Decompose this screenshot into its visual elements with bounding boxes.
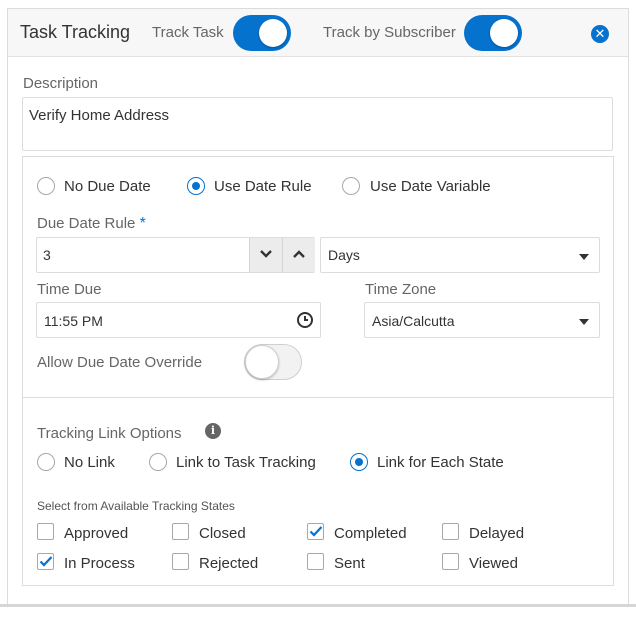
toggle-knob [259,19,287,47]
panel-title: Task Tracking [20,22,131,42]
checkbox-closed-label: Closed [199,525,246,542]
due-date-rule-input[interactable]: 3 [36,237,315,273]
radio-no-due-date-label: No Due Date [64,178,151,195]
radio-link-to-task-tracking[interactable] [149,453,167,471]
page-bottom-edge [0,604,636,607]
due-date-unit-select[interactable]: Days [320,237,600,273]
radio-link-for-each-state[interactable] [350,453,368,471]
checkbox-sent[interactable] [307,553,324,570]
due-date-rule-label: Due Date Rule * [37,215,146,232]
panel-header: Task Tracking Track Task Track by Subscr… [8,9,628,57]
checkbox-approved-label: Approved [64,525,129,542]
description-value: Verify Home Address [29,107,170,124]
due-date-rule-value: 3 [43,247,51,263]
clock-icon[interactable] [296,311,314,329]
checkbox-approved[interactable] [37,523,54,540]
chevron-up-icon [293,250,305,258]
time-due-value: 11:55 PM [44,313,103,329]
radio-no-link[interactable] [37,453,55,471]
track-task-label: Track Task [152,24,224,41]
tracking-link-options-label: Tracking Link Options [37,425,182,442]
checkbox-completed-label: Completed [334,525,407,542]
step-down-button[interactable] [249,238,282,272]
checkbox-delayed[interactable] [442,523,459,540]
checkbox-sent-label: Sent [334,555,365,572]
time-zone-label: Time Zone [365,281,437,298]
checkbox-delayed-label: Delayed [469,525,525,542]
radio-use-date-rule-label: Use Date Rule [214,178,312,195]
options-section: No Due Date Use Date Rule Use Date Varia… [22,156,614,586]
time-zone-value: Asia/Calcutta [372,313,455,329]
info-icon[interactable]: i [205,423,221,439]
checkbox-rejected-label: Rejected [199,555,259,572]
radio-use-date-rule[interactable] [187,177,205,195]
checkbox-viewed-label: Viewed [469,555,518,572]
tracking-states-label: Select from Available Tracking States [37,499,235,513]
track-task-toggle[interactable] [233,15,291,51]
track-by-subscriber-toggle[interactable] [464,15,522,51]
required-mark: * [139,215,146,232]
task-tracking-panel: Task Tracking Track Task Track by Subscr… [7,8,629,606]
toggle-knob [245,345,279,379]
checkmark-icon [39,556,53,567]
checkbox-in-process-label: In Process [64,555,135,572]
description-label: Description [23,75,99,92]
section-divider [23,397,613,398]
checkbox-rejected[interactable] [172,553,189,570]
checkbox-completed[interactable] [307,523,324,540]
checkbox-closed[interactable] [172,523,189,540]
description-input[interactable]: Verify Home Address [22,97,613,151]
time-due-input[interactable]: 11:55 PM [36,302,321,338]
radio-no-link-label: No Link [64,454,115,471]
radio-link-to-task-tracking-label: Link to Task Tracking [176,454,316,471]
radio-use-date-variable[interactable] [342,177,360,195]
radio-use-date-variable-label: Use Date Variable [370,178,491,195]
toggle-knob [490,19,518,47]
track-by-subscriber-label: Track by Subscriber [323,24,456,41]
time-due-label: Time Due [37,281,102,298]
time-zone-select[interactable]: Asia/Calcutta [364,302,600,338]
allow-override-toggle[interactable] [244,344,302,380]
checkbox-in-process[interactable] [37,553,54,570]
checkmark-icon [309,526,323,537]
dropdown-arrow-icon [579,254,589,260]
due-date-unit-value: Days [328,247,360,263]
checkbox-viewed[interactable] [442,553,459,570]
close-icon[interactable]: ✕ [591,25,609,43]
allow-override-label: Allow Due Date Override [37,354,203,371]
radio-no-due-date[interactable] [37,177,55,195]
chevron-down-icon [260,250,272,258]
dropdown-arrow-icon [579,319,589,325]
radio-link-for-each-state-label: Link for Each State [377,454,504,471]
step-up-button[interactable] [282,238,315,272]
